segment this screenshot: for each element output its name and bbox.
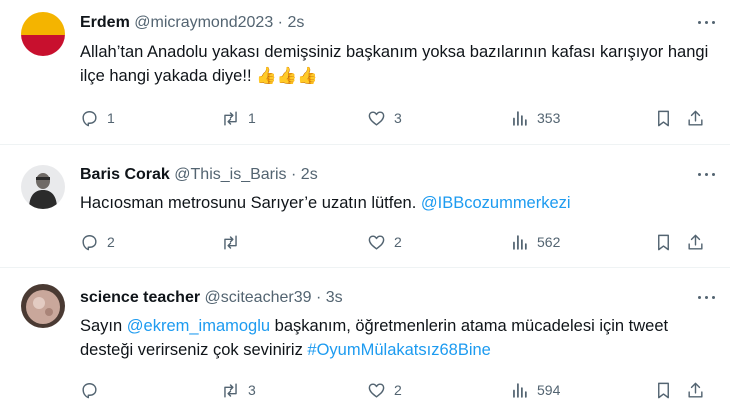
author-handle[interactable]: @This_is_Baris xyxy=(174,166,286,183)
like-button[interactable]: 2 xyxy=(367,379,402,401)
tweet-text-prefix: Sayın xyxy=(80,317,127,335)
view-count: 594 xyxy=(537,382,561,398)
tweet-text-content: Hacıosman metrosunu Sarıyer’e uzatın lüt… xyxy=(80,194,421,212)
avatar-image xyxy=(21,284,65,328)
tweet-1[interactable]: Erdem @micraymond2023 · 2s Allah’tan Ana… xyxy=(0,0,730,144)
tweet-3[interactable]: science teacher @sciteacher39 · 3s Sayın… xyxy=(0,268,730,420)
reply-icon xyxy=(82,382,97,398)
more-options-icon[interactable] xyxy=(695,288,719,308)
view-count: 353 xyxy=(537,110,561,126)
analytics-icon xyxy=(513,110,527,126)
reply-count: 1 xyxy=(107,110,115,126)
separator-dot: · xyxy=(277,14,283,31)
retweet-count: 3 xyxy=(248,382,256,398)
author-handle[interactable]: @sciteacher39 xyxy=(205,289,312,306)
more-options-icon[interactable] xyxy=(695,13,719,33)
author-handle[interactable]: @micraymond2023 xyxy=(134,14,273,31)
reply-button[interactable]: 2 xyxy=(80,231,115,253)
bookmark-icon xyxy=(658,234,669,250)
tweet-text-content: Allah’tan Anadolu yakası demişsiniz başk… xyxy=(80,43,709,85)
like-button[interactable]: 3 xyxy=(367,107,402,129)
tweet-header: Erdem @micraymond2023 · 2s xyxy=(80,13,304,33)
avatar-image xyxy=(21,165,65,209)
tweet-text: Allah’tan Anadolu yakası demişsiniz başk… xyxy=(80,40,720,88)
avatar[interactable] xyxy=(21,284,65,328)
bookmark-button[interactable] xyxy=(654,231,673,253)
bookmark-icon xyxy=(658,382,669,398)
bookmark-icon xyxy=(658,110,669,126)
retweet-button[interactable]: 3 xyxy=(221,379,256,401)
share-button[interactable] xyxy=(686,107,705,129)
like-button[interactable]: 2 xyxy=(367,231,402,253)
tweet-2[interactable]: Baris Corak @This_is_Baris · 2s Hacıosma… xyxy=(0,145,730,267)
view-count: 562 xyxy=(537,234,561,250)
retweet-icon xyxy=(224,110,237,126)
heart-icon xyxy=(368,234,385,250)
reply-button[interactable]: 1 xyxy=(80,107,115,129)
reply-icon xyxy=(82,110,97,126)
like-count: 3 xyxy=(394,110,402,126)
share-icon xyxy=(688,110,703,126)
views-button[interactable]: 594 xyxy=(510,379,560,401)
author-name[interactable]: Erdem xyxy=(80,14,130,31)
separator-dot: · xyxy=(315,289,322,306)
reply-button[interactable] xyxy=(80,379,107,401)
retweet-button[interactable]: 1 xyxy=(221,107,256,129)
share-icon xyxy=(688,382,703,398)
retweet-icon xyxy=(224,234,237,250)
author-name[interactable]: science teacher xyxy=(80,289,200,306)
tweet-text: Sayın @ekrem_imamoglu başkanım, öğretmen… xyxy=(80,314,720,362)
avatar[interactable] xyxy=(21,165,65,209)
retweet-button[interactable] xyxy=(221,231,248,253)
timestamp[interactable]: 3s xyxy=(326,289,343,306)
mention-link[interactable]: @IBBcozummerkezi xyxy=(421,194,571,212)
mention-link[interactable]: @ekrem_imamoglu xyxy=(127,317,270,335)
views-button[interactable]: 353 xyxy=(510,107,560,129)
hashtag-link[interactable]: #OyumMülakatsız68Bine xyxy=(307,341,490,359)
retweet-count: 1 xyxy=(248,110,256,126)
more-options-icon[interactable] xyxy=(695,165,719,185)
analytics-icon xyxy=(513,382,527,398)
retweet-icon xyxy=(224,382,237,398)
thumbs-up-emoji: 👍👍👍 xyxy=(256,67,318,85)
avatar-image xyxy=(21,12,65,56)
bookmark-button[interactable] xyxy=(654,379,673,401)
action-bar: 2 2 562 xyxy=(80,231,720,253)
action-bar: 1 1 3 353 xyxy=(80,107,720,129)
share-icon xyxy=(688,234,703,250)
action-bar: 3 2 594 xyxy=(80,379,720,401)
tweet-header: Baris Corak @This_is_Baris · 2s xyxy=(80,165,318,185)
reply-count: 2 xyxy=(107,234,115,250)
like-count: 2 xyxy=(394,382,402,398)
timestamp[interactable]: 2s xyxy=(301,166,318,183)
share-button[interactable] xyxy=(686,231,705,253)
heart-icon xyxy=(368,382,385,398)
tweet-header: science teacher @sciteacher39 · 3s xyxy=(80,288,343,308)
heart-icon xyxy=(368,110,385,126)
reply-icon xyxy=(82,234,97,250)
avatar[interactable] xyxy=(21,12,65,56)
timestamp[interactable]: 2s xyxy=(287,14,304,31)
tweet-text: Hacıosman metrosunu Sarıyer’e uzatın lüt… xyxy=(80,191,720,215)
analytics-icon xyxy=(513,234,527,250)
separator-dot: · xyxy=(291,166,297,183)
bookmark-button[interactable] xyxy=(654,107,673,129)
author-name[interactable]: Baris Corak xyxy=(80,166,170,183)
views-button[interactable]: 562 xyxy=(510,231,560,253)
share-button[interactable] xyxy=(686,379,705,401)
like-count: 2 xyxy=(394,234,402,250)
